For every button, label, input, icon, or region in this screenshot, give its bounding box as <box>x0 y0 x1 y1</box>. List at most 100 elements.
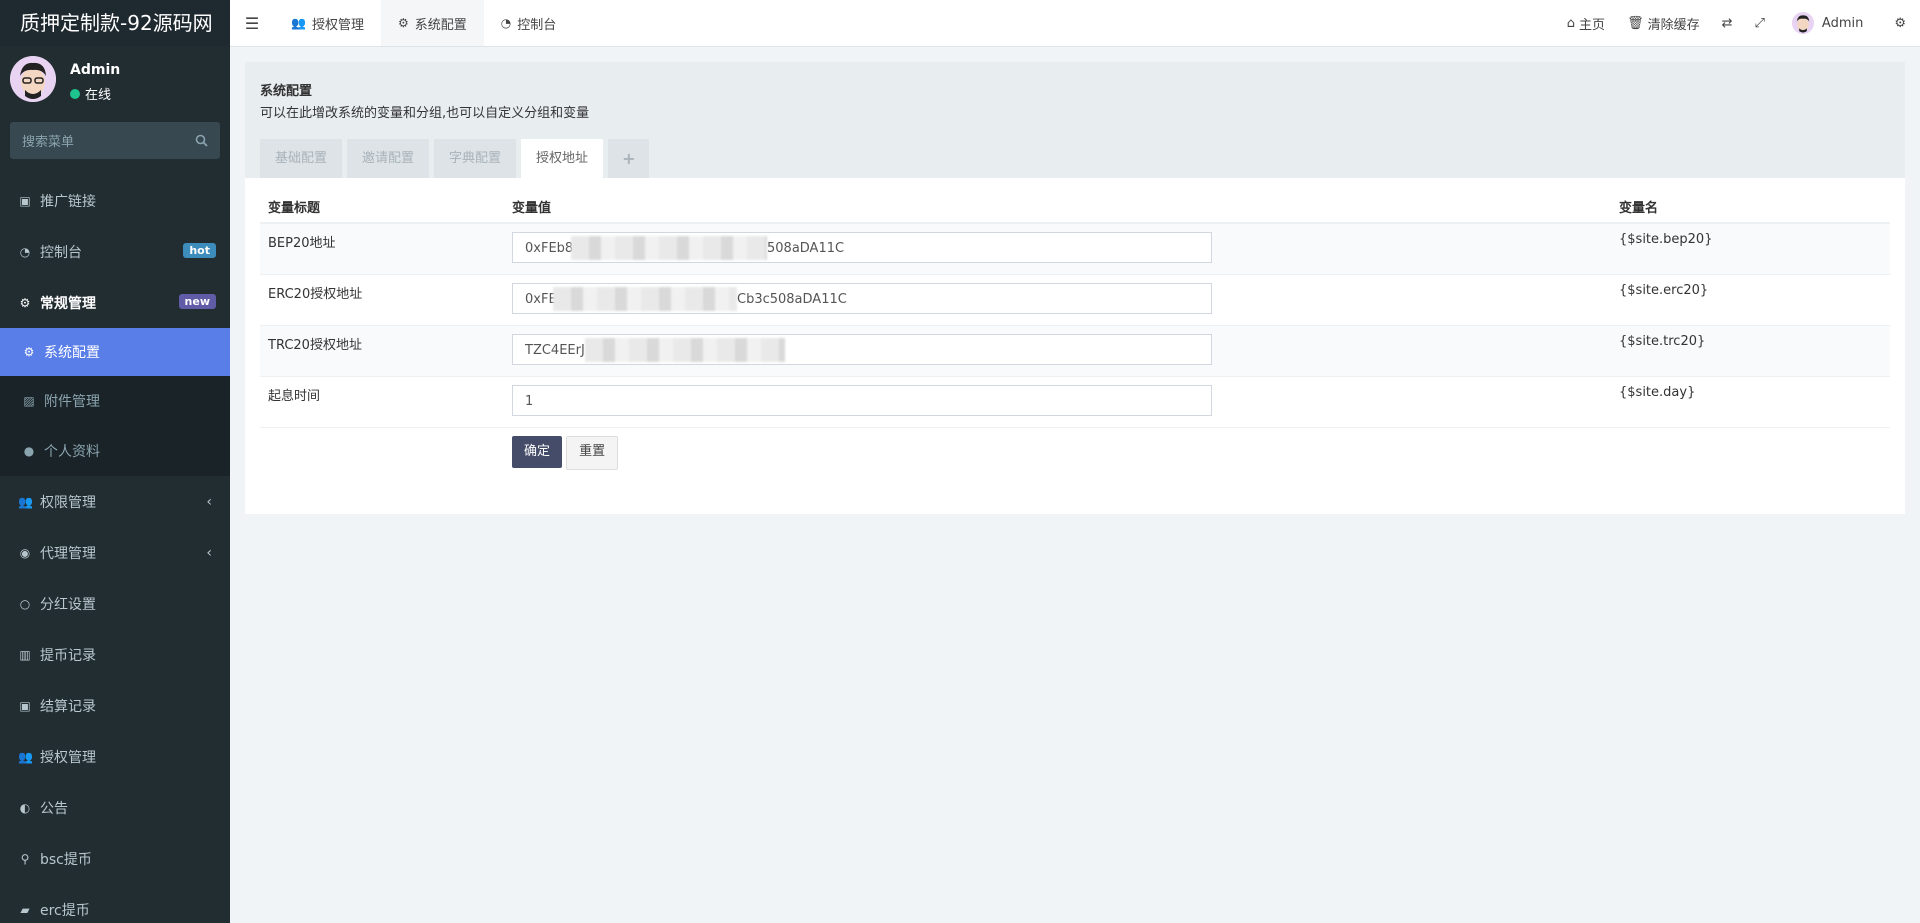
sidebar: 质押定制款-92源码网 Admin 在线 搜索菜单 ▣ 推广链接 ◔ 控制台 h… <box>0 0 230 923</box>
language-button[interactable]: ⇄ <box>1711 16 1744 31</box>
clear-cache-button[interactable]: 🗑 清除缓存 <box>1616 14 1711 33</box>
brand-logo[interactable]: 质押定制款-92源码网 <box>0 0 230 46</box>
sidebar-item-label: 结算记录 <box>40 698 96 715</box>
sidebar-item-authorization[interactable]: 👥 授权管理 <box>0 731 230 782</box>
bep20-input[interactable]: 0xFEb8 508aDA11C <box>512 232 1212 263</box>
table-row: BEP20地址 0xFEb8 508aDA11C {$site.bep20} <box>260 222 1890 275</box>
user-status: 在线 <box>70 84 111 103</box>
interest-start-input[interactable]: 1 <box>512 385 1212 416</box>
group-icon: 👥 <box>18 749 33 764</box>
image-icon: ▨ <box>23 394 35 408</box>
link-card-icon: ▣ <box>19 193 31 208</box>
topbar-right: ⌂ 主页 🗑 清除缓存 ⇄ ⤢ Admin ⚙ <box>1556 0 1920 46</box>
chevron-left-icon: ‹ <box>206 493 212 510</box>
var-title: ERC20授权地址 <box>260 274 504 326</box>
config-tabs: 基础配置 邀请配置 字典配置 授权地址 + <box>260 139 650 178</box>
gear-icon: ⚙ <box>397 16 409 30</box>
user-menu[interactable]: Admin <box>1776 12 1874 34</box>
search-input[interactable]: 搜索菜单 <box>10 122 220 159</box>
var-title: 起息时间 <box>260 376 504 428</box>
redaction-blur <box>585 338 785 362</box>
sidebar-item-settlement-records[interactable]: ▣ 结算记录 <box>0 680 230 731</box>
tab-basic-config[interactable]: 基础配置 <box>260 139 343 178</box>
var-title: BEP20地址 <box>260 222 504 275</box>
var-name: {$site.erc20} <box>1611 274 1890 326</box>
tab-system-config[interactable]: ⚙ 系统配置 <box>380 0 484 46</box>
sidebar-item-profile[interactable]: ● 个人资料 <box>0 426 230 476</box>
input-value-end: 508aDA11C <box>767 241 845 256</box>
add-group-button[interactable]: + <box>608 139 650 178</box>
redaction-blur <box>553 287 737 311</box>
translate-icon: ⇄ <box>1721 15 1733 31</box>
sidebar-item-label: 公告 <box>40 800 68 817</box>
tab-dictionary-config[interactable]: 字典配置 <box>434 139 517 178</box>
sidebar-item-dashboard[interactable]: ◔ 控制台 hot <box>0 226 230 277</box>
input-value: 1 <box>525 394 534 409</box>
tab-auth-address[interactable]: 授权地址 <box>521 139 604 178</box>
topbar: ☰ 👥 授权管理 ⚙ 系统配置 ◔ 控制台 ⌂ 主页 🗑 清除缓存 ⇄ ⤢ Ad… <box>230 0 1920 47</box>
table-row: ERC20授权地址 0xFE Cb3c508aDA11C {$site.erc20… <box>260 274 1890 326</box>
sidebar-item-label: 系统配置 <box>44 345 100 361</box>
search-icon[interactable] <box>195 134 208 147</box>
home-link[interactable]: ⌂ 主页 <box>1556 14 1616 33</box>
fullscreen-button[interactable]: ⤢ <box>1744 16 1776 31</box>
circle-icon: ○ <box>19 596 31 611</box>
tab-label: 控制台 <box>517 17 557 33</box>
sidebar-item-withdraw-records[interactable]: ▥ 提币记录 <box>0 629 230 680</box>
erc20-input[interactable]: 0xFE Cb3c508aDA11C <box>512 283 1212 314</box>
sidebar-item-label: bsc提币 <box>40 851 92 868</box>
settings-button[interactable]: ⚙ <box>1874 16 1920 31</box>
cogs-icon: ⚙ <box>1894 15 1906 31</box>
sidebar-item-label: erc提币 <box>40 902 90 919</box>
sidebar-item-agents[interactable]: ◉ 代理管理 ‹ <box>0 527 230 578</box>
gear-icon: ⚙ <box>23 345 35 359</box>
search-placeholder: 搜索菜单 <box>22 135 75 150</box>
var-name: {$site.trc20} <box>1611 325 1890 377</box>
var-title: TRC20授权地址 <box>260 325 504 377</box>
redaction-blur <box>571 236 767 260</box>
reset-button[interactable]: 重置 <box>566 436 619 470</box>
sidebar-item-general[interactable]: ⚙ 常规管理 new <box>0 277 230 328</box>
confirm-button[interactable]: 确定 <box>512 436 563 468</box>
tab-dashboard[interactable]: ◔ 控制台 <box>484 0 574 46</box>
tab-label: 授权管理 <box>311 17 364 33</box>
input-value-end: Cb3c508aDA11C <box>737 292 847 307</box>
avatar <box>1791 12 1814 34</box>
sidebar-item-label: 推广链接 <box>40 193 96 210</box>
sidebar-item-label: 控制台 <box>40 244 82 261</box>
menu-toggle-icon[interactable]: ☰ <box>230 14 274 33</box>
cogs-icon: ⚙ <box>19 295 31 310</box>
home-label: 主页 <box>1579 17 1606 33</box>
sidebar-menu: ▣ 推广链接 ◔ 控制台 hot ⚙ 常规管理 new ⚙ 系统配置 ▨ 附件管… <box>0 175 230 923</box>
sidebar-item-erc-withdraw[interactable]: ▰ erc提币 <box>0 884 230 923</box>
column-header-value: 变量值 <box>504 190 1611 224</box>
var-name: {$site.day} <box>1611 376 1890 428</box>
bank-icon: ▥ <box>19 647 31 662</box>
user-menu-label: Admin <box>1821 15 1864 31</box>
trc20-input[interactable]: TZC4EErJ <box>512 334 1212 365</box>
table-row: 起息时间 1 {$site.day} <box>260 376 1890 428</box>
page-title: 系统配置 <box>260 84 313 99</box>
avatar <box>10 56 56 102</box>
page-description: 可以在此增改系统的变量和分组,也可以自定义分组和变量 <box>260 106 590 121</box>
sidebar-item-dividend[interactable]: ○ 分红设置 <box>0 578 230 629</box>
sidebar-item-promo-link[interactable]: ▣ 推广链接 <box>0 175 230 226</box>
online-dot-icon <box>70 88 80 99</box>
input-value-start: 0xFE <box>525 292 557 307</box>
briefcase-icon: ▰ <box>20 902 30 917</box>
sidebar-item-label: 提币记录 <box>40 647 96 664</box>
sidebar-item-permissions[interactable]: 👥 权限管理 ‹ <box>0 476 230 527</box>
expand-icon: ⤢ <box>1754 15 1765 31</box>
table-row: TRC20授权地址 TZC4EErJ {$site.trc20} <box>260 325 1890 377</box>
user-name: Admin <box>70 62 121 78</box>
trash-icon: 🗑 <box>1627 15 1644 31</box>
tab-authorization[interactable]: 👥 授权管理 <box>274 0 381 46</box>
sidebar-item-system-config[interactable]: ⚙ 系统配置 <box>0 328 230 376</box>
sidebar-item-label: 授权管理 <box>40 749 96 766</box>
hot-badge: hot <box>183 243 216 258</box>
sidebar-item-bsc-withdraw[interactable]: ⚲ bsc提币 <box>0 833 230 884</box>
tab-invite-config[interactable]: 邀请配置 <box>347 139 430 178</box>
sidebar-item-announcement[interactable]: ◐ 公告 <box>0 782 230 833</box>
sidebar-item-attachments[interactable]: ▨ 附件管理 <box>0 376 230 426</box>
var-name: {$site.bep20} <box>1611 222 1890 275</box>
